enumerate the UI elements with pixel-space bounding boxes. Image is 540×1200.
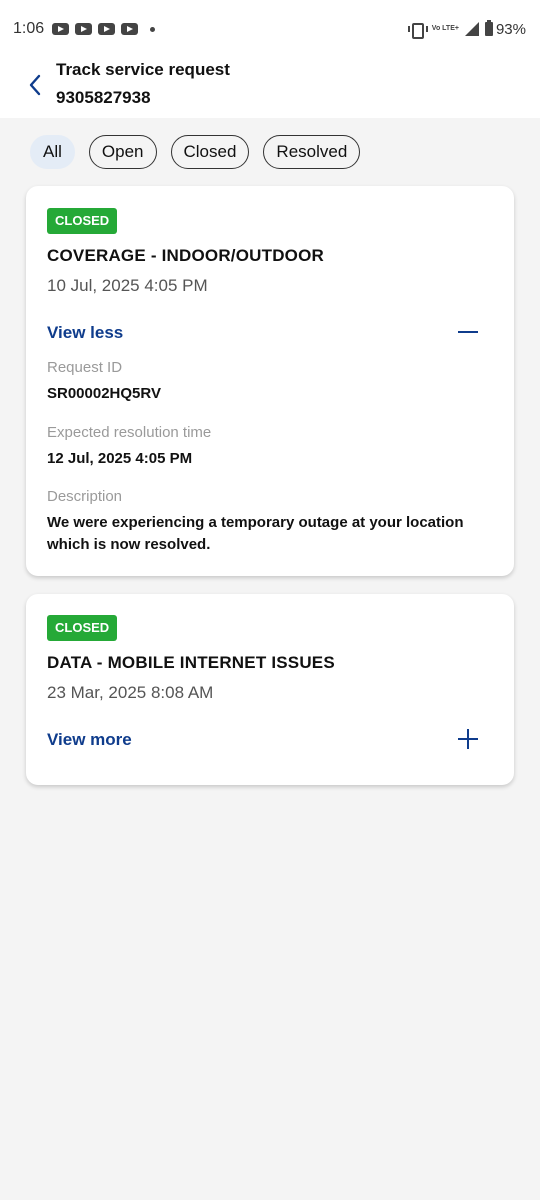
view-less-button[interactable]: View less xyxy=(47,323,123,343)
status-badge: CLOSED xyxy=(47,208,118,234)
app-header: Track service request 9305827938 xyxy=(0,58,540,118)
youtube-notification-icon xyxy=(75,23,93,35)
back-button[interactable] xyxy=(22,72,48,98)
status-bar: 1:06 Vo LTE+ 93% xyxy=(0,0,540,58)
page-title: Track service request xyxy=(56,60,230,79)
description-value: We were experiencing a temporary outage … xyxy=(47,514,464,553)
vibrate-icon xyxy=(407,23,428,39)
status-right: Vo LTE+ 93% xyxy=(407,20,526,39)
status-badge: CLOSED xyxy=(47,615,118,641)
resolution-time-value: 12 Jul, 2025 4:05 PM xyxy=(47,450,193,467)
filter-chip-all[interactable]: All xyxy=(30,135,75,169)
plus-icon[interactable] xyxy=(458,729,478,749)
more-notifications-dot-icon xyxy=(150,26,156,32)
signal-icon xyxy=(464,22,479,36)
youtube-notification-icon xyxy=(52,23,70,35)
battery-percentage: 93% xyxy=(495,20,526,38)
description-label: Description xyxy=(47,488,123,505)
phone-number: 9305827938 xyxy=(56,88,151,107)
filter-chip-open[interactable]: Open xyxy=(88,135,157,169)
request-date: 23 Mar, 2025 8:08 AM xyxy=(47,683,214,702)
view-more-button[interactable]: View more xyxy=(47,730,132,750)
service-request-card: CLOSED COVERAGE - INDOOR/OUTDOOR 10 Jul,… xyxy=(26,186,514,576)
status-time: 1:06 xyxy=(13,20,45,37)
filter-chips: All Open Closed Resolved xyxy=(30,135,374,169)
battery-icon xyxy=(484,20,493,36)
status-left: 1:06 xyxy=(13,20,156,38)
request-title: DATA - MOBILE INTERNET ISSUES xyxy=(47,653,335,672)
request-id-label: Request ID xyxy=(47,359,123,376)
minus-icon[interactable] xyxy=(458,322,478,342)
youtube-notification-icon xyxy=(98,23,116,35)
service-request-card: CLOSED DATA - MOBILE INTERNET ISSUES 23 … xyxy=(26,594,514,785)
resolution-time-label: Expected resolution time xyxy=(47,424,212,441)
youtube-notification-icon xyxy=(121,23,139,35)
request-title: COVERAGE - INDOOR/OUTDOOR xyxy=(47,246,325,265)
network-type-label: Vo LTE+ xyxy=(431,25,459,32)
chevron-left-icon xyxy=(29,74,41,96)
filter-chip-closed[interactable]: Closed xyxy=(170,135,250,169)
request-id-value: SR00002HQ5RV xyxy=(47,385,161,402)
filter-chip-resolved[interactable]: Resolved xyxy=(263,135,361,169)
request-date: 10 Jul, 2025 4:05 PM xyxy=(47,276,208,295)
